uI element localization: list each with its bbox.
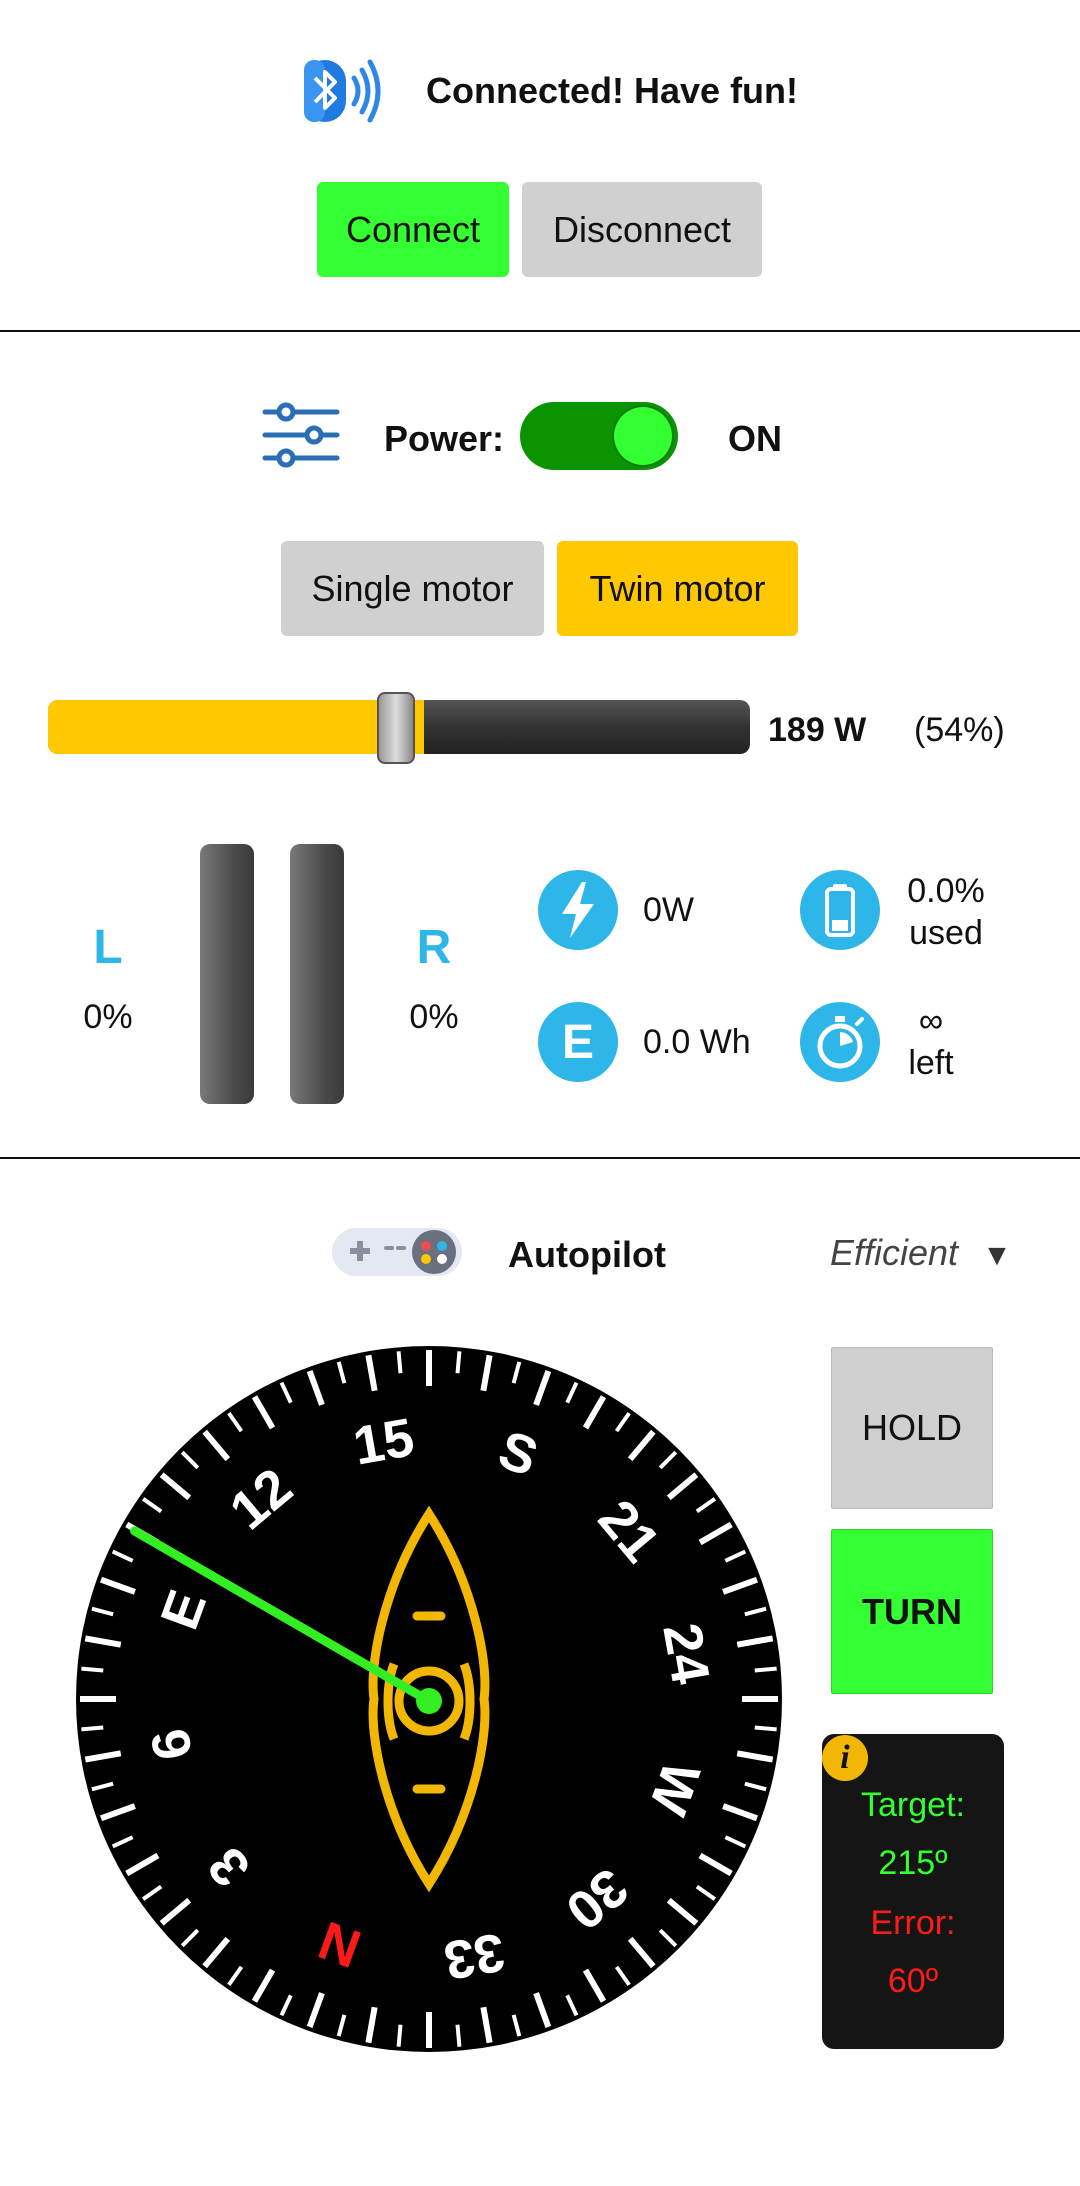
compass-tick — [81, 1725, 104, 1732]
left-motor-value: 0% — [83, 998, 133, 1036]
compass-tick — [754, 1666, 777, 1673]
autopilot-label: Autopilot — [508, 1234, 666, 1275]
battery-used-line1: 0.0% — [907, 872, 985, 910]
autopilot-mode-dropdown[interactable]: Efficient ▼ — [830, 1232, 1012, 1274]
throttle-watts: 189 W — [768, 711, 867, 749]
compass-tick — [81, 1666, 104, 1673]
throttle-handle[interactable] — [377, 692, 415, 764]
power-toggle-knob — [614, 407, 672, 465]
compass-tick — [754, 1725, 777, 1732]
target-value: 215º — [878, 1844, 948, 1882]
power-state: ON — [728, 418, 782, 459]
time-left-line2: left — [908, 1044, 954, 1082]
autopilot-mode-value: Efficient — [830, 1232, 959, 1273]
section-divider — [0, 330, 1080, 332]
gamepad-icon — [330, 1224, 464, 1280]
compass-label-33: 33 — [440, 1921, 510, 1991]
hold-button[interactable]: HOLD — [831, 1347, 993, 1509]
left-motor-bar — [200, 844, 254, 1104]
right-motor-bar — [290, 844, 344, 1104]
power-toggle[interactable] — [520, 402, 678, 470]
compass-tick — [396, 2024, 403, 2047]
energy-value: 0.0 Wh — [643, 1023, 751, 1061]
bluetooth-icon — [302, 56, 382, 126]
error-value: 60º — [887, 1962, 939, 2000]
target-label: Target: — [861, 1786, 965, 1824]
right-motor-label: R — [416, 921, 452, 974]
compass[interactable]: N 3 6 E 12 15 S 21 24 W 30 33 — [74, 1344, 784, 2054]
single-motor-button[interactable]: Single motor — [281, 541, 544, 636]
battery-icon — [800, 870, 880, 950]
turn-button[interactable]: TURN — [831, 1529, 993, 1694]
error-label: Error: — [870, 1904, 956, 1942]
power-label: Power: — [384, 418, 505, 459]
left-motor-label: L — [93, 921, 123, 974]
compass-label-15: 15 — [349, 1407, 419, 1477]
chevron-down-icon: ▼ — [982, 1239, 1012, 1272]
connection-status: Connected! Have fun! — [426, 70, 799, 111]
settings-sliders-icon — [262, 402, 340, 468]
section-divider — [0, 1157, 1080, 1159]
throttle-fill — [48, 700, 424, 754]
needle-hub — [416, 1688, 442, 1714]
lightning-icon — [538, 870, 618, 950]
connect-button[interactable]: Connect — [317, 182, 509, 277]
time-left-line1: ∞ — [918, 1002, 944, 1040]
twin-motor-button[interactable]: Twin motor — [557, 541, 798, 636]
compass-label-24: 24 — [651, 1619, 721, 1689]
disconnect-button[interactable]: Disconnect — [522, 182, 762, 277]
stopwatch-icon — [800, 1002, 880, 1082]
throttle-percent: (54%) — [914, 711, 1005, 749]
compass-tick — [455, 1351, 462, 1374]
battery-used-line2: used — [909, 914, 983, 952]
compass-tick — [455, 2024, 462, 2047]
autopilot-info-panel: Target: 215º Error: 60º — [822, 1734, 1004, 2049]
compass-tick — [396, 1351, 403, 1374]
right-motor-value: 0% — [409, 998, 459, 1036]
svg-text:E: E — [562, 1016, 594, 1069]
time-left-value: ∞ left — [876, 1000, 986, 1084]
energy-icon: E — [538, 1002, 618, 1082]
info-icon[interactable]: i — [822, 1735, 868, 1781]
battery-used-value: 0.0% used — [888, 870, 1004, 954]
power-value: 0W — [643, 891, 694, 929]
